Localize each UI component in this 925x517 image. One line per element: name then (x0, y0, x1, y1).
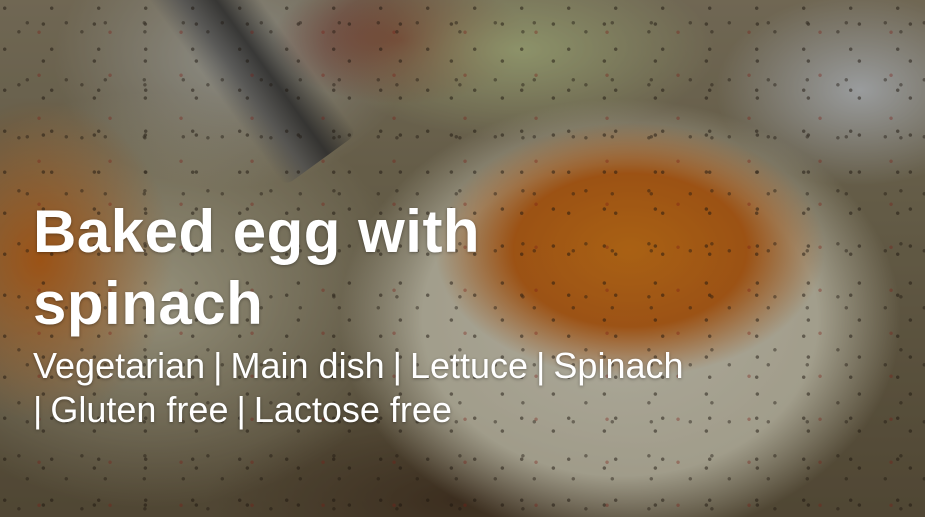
tag-gluten-free: Gluten free (50, 389, 229, 430)
tag-separator: | (236, 389, 246, 430)
recipe-title: Baked egg with spinach (33, 198, 481, 337)
tag-separator: | (33, 389, 43, 430)
tag-separator: | (213, 345, 223, 386)
tag-lactose-free: Lactose free (253, 389, 452, 430)
tag-vegetarian: Vegetarian (33, 345, 206, 386)
recipe-tags: Vegetarian | Main dish | Lettuce | Spinach | Gl… (33, 344, 863, 432)
tag-spinach: Spinach (553, 345, 684, 386)
recipe-hero: Baked egg with spinach Vegetarian | Main d… (0, 0, 925, 517)
tag-separator: | (392, 345, 402, 386)
tag-lettuce: Lettuce (409, 345, 529, 386)
hero-content: Baked egg with spinach Vegetarian | Main d… (33, 196, 885, 432)
tag-main-dish: Main dish (230, 345, 385, 386)
tag-separator: | (536, 345, 546, 386)
